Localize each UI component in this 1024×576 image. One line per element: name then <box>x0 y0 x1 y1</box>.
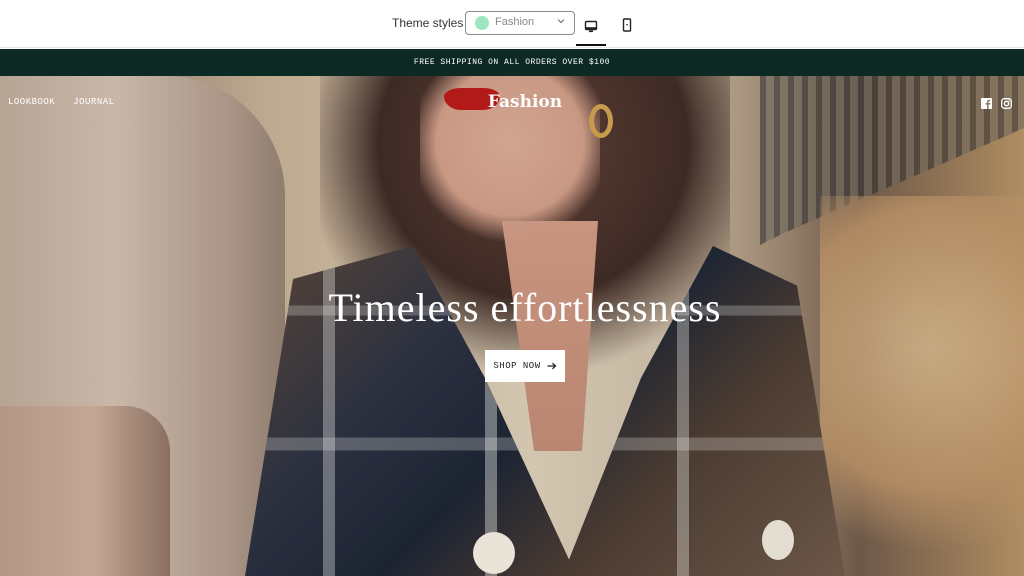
theme-style-select[interactable]: Fashion <box>465 11 575 35</box>
hero-image-foreground-blur <box>820 196 1024 576</box>
facebook-icon[interactable] <box>980 97 992 109</box>
hero-image-jacket-button <box>762 520 794 560</box>
theme-style-value: Fashion <box>495 16 535 28</box>
desktop-icon <box>584 20 598 33</box>
instagram-icon[interactable] <box>1000 97 1012 109</box>
social-links <box>980 97 1012 109</box>
shop-now-button[interactable]: SHOP NOW <box>485 350 565 382</box>
hero-headline: Timeless effortlessness <box>328 285 722 330</box>
desktop-view-button[interactable] <box>576 10 606 46</box>
shop-now-label: SHOP NOW <box>493 361 541 371</box>
chevron-down-icon <box>557 19 565 24</box>
mobile-view-button[interactable] <box>612 10 642 40</box>
theme-color-swatch <box>475 16 489 30</box>
mobile-icon <box>622 18 632 32</box>
hero-image-jacket-button <box>473 532 515 574</box>
arrow-right-icon <box>547 362 557 370</box>
announcement-bar: FREE SHIPPING ON ALL ORDERS OVER $100 <box>0 49 1024 76</box>
theme-styles-label: Theme styles <box>392 16 464 30</box>
announcement-text: FREE SHIPPING ON ALL ORDERS OVER $100 <box>413 58 611 67</box>
store-logo[interactable]: Fashion <box>0 92 1024 112</box>
hero-image-pillar-base <box>0 406 170 576</box>
editor-toolbar: Theme styles Fashion <box>0 0 1024 48</box>
hero-banner: LOOKBOOK JOURNAL Fashion Timeless effort… <box>0 76 1024 576</box>
